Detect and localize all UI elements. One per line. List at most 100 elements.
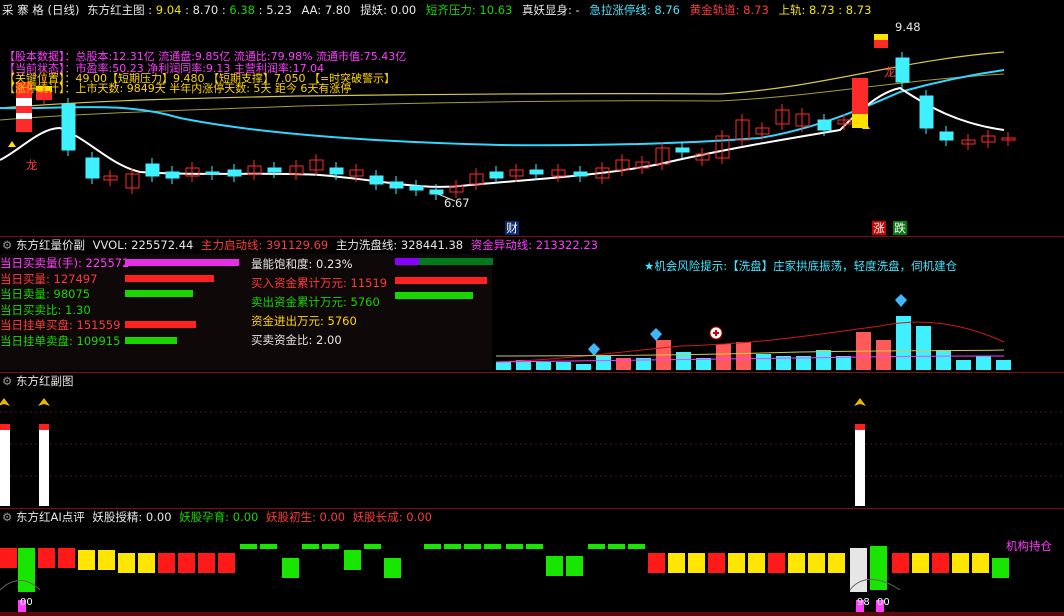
volume-bar — [736, 342, 751, 370]
zhang-marker: 涨 — [872, 221, 886, 235]
ai-block — [546, 556, 563, 576]
volume-bar — [556, 362, 571, 370]
candle — [573, 171, 588, 177]
volume-bar — [996, 360, 1011, 370]
ai-block — [668, 553, 685, 573]
ai-block — [892, 553, 909, 573]
volume-bar — [516, 360, 531, 370]
ai-block — [648, 553, 665, 573]
bottom-border — [0, 612, 1064, 616]
sub-name[interactable]: 东方红副图 — [16, 374, 74, 388]
separator-3 — [0, 508, 1064, 509]
ai-block — [240, 544, 257, 549]
flower-icon — [854, 398, 866, 418]
ai-block — [98, 550, 115, 570]
ai-block — [38, 548, 55, 568]
ai-block — [18, 548, 35, 592]
volume-bar — [616, 358, 631, 370]
ai-block — [138, 553, 155, 573]
candle — [205, 171, 220, 175]
candle — [369, 175, 384, 185]
vol-mid-item: 买卖资金比: 2.00 — [251, 333, 342, 347]
ai-right-label: 机构持仓 — [1006, 539, 1052, 553]
separator-2 — [0, 372, 1064, 373]
candle — [895, 57, 910, 83]
ai-block — [464, 544, 481, 549]
vol-left-bar — [125, 274, 214, 282]
ai-block — [158, 553, 175, 573]
volume-bar — [756, 354, 771, 370]
yao-chu-label: 妖股初生: 0.00 — [265, 510, 346, 524]
special-candle-right — [852, 78, 868, 114]
volume-bar — [536, 362, 551, 370]
price-chart[interactable] — [0, 0, 1064, 236]
ai-block — [198, 553, 215, 573]
ai-block — [484, 544, 501, 549]
plus-coin-icon — [709, 326, 723, 340]
vol-name[interactable]: 东方红量价副 — [16, 238, 85, 252]
volume-bar — [496, 362, 511, 370]
vol-left-item: 当日挂单卖盘: 109915 — [0, 333, 121, 348]
yao-zhang-label: 妖股长成: 0.00 — [352, 510, 432, 524]
cai-marker: 财 — [505, 221, 519, 235]
vol-left-bar — [125, 336, 178, 344]
ai-block — [608, 544, 625, 549]
vol-left-bar — [125, 290, 194, 297]
flower-icon — [0, 398, 10, 418]
ai-block — [344, 550, 361, 570]
saturation-bar-purple — [395, 258, 419, 265]
ai-block — [302, 544, 319, 549]
candle — [409, 185, 424, 191]
sub-header: ⚙ 东方红副图 — [2, 374, 74, 388]
buy-fund-bar — [395, 277, 487, 284]
ai-block — [748, 553, 765, 573]
info-line-4: 【涨停统计】：上市天数: 9849天 半年内涨停天数: 5天 距今 6天有涨停 — [4, 82, 352, 95]
volume-bar — [816, 350, 831, 370]
ai-block — [952, 553, 969, 573]
candle — [329, 167, 344, 175]
vvol-label: VVOL: 225572.44 — [92, 238, 194, 252]
separator-1 — [0, 236, 1064, 237]
vol-mid-item: 量能饱和度: 0.23% — [251, 257, 353, 271]
die-marker: 跌 — [893, 221, 907, 235]
ai-block — [628, 544, 645, 549]
candle — [675, 147, 690, 153]
volume-bar — [776, 356, 791, 370]
volume-bar — [856, 332, 871, 370]
volume-bar — [936, 350, 951, 370]
candle — [227, 169, 242, 177]
candle — [389, 181, 404, 189]
ai-block — [808, 553, 825, 573]
vol-header: ⚙ 东方红量价副 VVOL: 225572.44 主力启动线: 391129.6… — [2, 238, 598, 252]
ai-block — [708, 553, 725, 573]
volume-bar — [676, 352, 691, 370]
ai-block — [728, 553, 745, 573]
volume-bar — [576, 364, 591, 370]
ai-header: ⚙ 东方红AI点评 妖股授精: 0.00 妖股孕育: 0.00 妖股初生: 0.… — [2, 510, 432, 524]
ai-block — [526, 544, 543, 549]
ai-block — [588, 544, 605, 549]
candle — [939, 131, 954, 141]
volume-bar — [796, 356, 811, 370]
ai-bottom-label-3: 00 — [877, 597, 890, 608]
volume-bar — [596, 356, 611, 370]
ai-block — [218, 553, 235, 573]
ai-bottom-label-2: 98 — [857, 597, 870, 608]
ai-block — [506, 544, 523, 549]
diamond-icon — [895, 294, 907, 307]
ai-block — [688, 553, 705, 573]
volume-bar — [916, 326, 931, 370]
volume-bar — [636, 358, 651, 370]
risk-hint: ★机会风险提示:【洗盘】庄家拱底振荡，轻度洗盘，伺机建仓 — [644, 259, 958, 273]
zhuli-qidong-label: 主力启动线: 391129.69 — [201, 238, 329, 252]
ai-block — [828, 553, 845, 573]
ai-name[interactable]: 东方红AI点评 — [16, 510, 85, 524]
candle — [145, 163, 160, 177]
price-low-label: 6.67 — [444, 196, 470, 210]
ai-bottom-label-1: 00 — [20, 597, 33, 608]
volume-bar — [876, 340, 891, 370]
candle — [85, 157, 100, 179]
vol-left-item: 当日买量: 127497 — [0, 271, 98, 286]
ai-block — [364, 544, 381, 549]
ai-block — [0, 548, 17, 568]
